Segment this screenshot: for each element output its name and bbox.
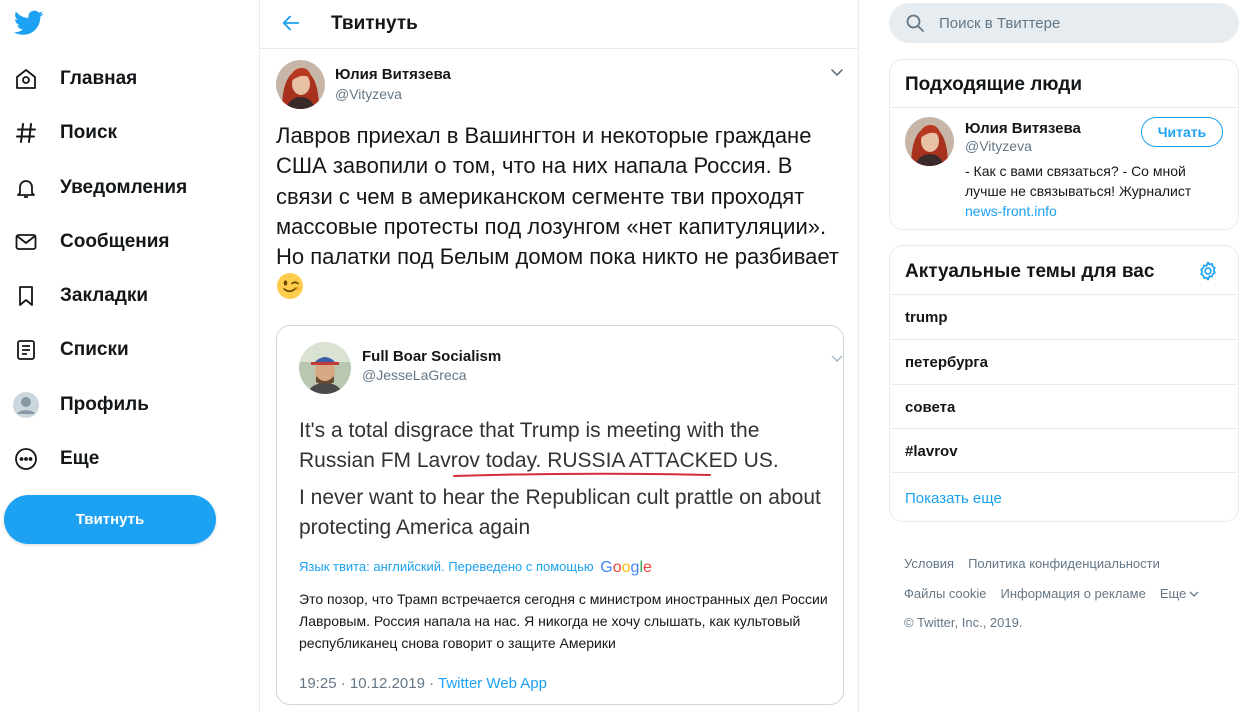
- envelope-icon: [12, 228, 40, 256]
- trend-label: trump: [905, 309, 948, 326]
- nav-item-explore[interactable]: Поиск: [12, 113, 117, 153]
- nav-item-notifications[interactable]: Уведомления: [12, 168, 187, 208]
- nav-label: Уведомления: [60, 177, 188, 198]
- suggested-user-name[interactable]: Юлия Витязева: [965, 120, 1081, 137]
- tweet-author: Юлия Витязева @Vityzeva: [276, 60, 844, 110]
- home-icon: [12, 65, 40, 93]
- footer-link-cookies[interactable]: Файлы cookie: [904, 586, 987, 601]
- author-handle[interactable]: @Vityzeva: [335, 86, 402, 102]
- footer-more-label: Еще: [1159, 586, 1187, 601]
- bookmark-icon: [12, 282, 40, 310]
- bell-icon: [12, 174, 40, 202]
- nav-item-more[interactable]: Еще: [12, 439, 99, 479]
- winking-face-icon: [277, 273, 303, 300]
- footer-link-terms[interactable]: Условия: [904, 556, 954, 571]
- gear-icon[interactable]: [1197, 260, 1219, 282]
- quoted-tweet-image[interactable]: Full Boar Socialism @JesseLaGreca It's a…: [276, 325, 844, 705]
- copyright: © Twitter, Inc., 2019.: [904, 615, 1023, 630]
- timestamp-text: 19:25 · 10.12.2019 ·: [299, 675, 438, 692]
- quoted-timestamp: 19:25 · 10.12.2019 · Twitter Web App: [299, 675, 547, 692]
- who-to-follow-title: Подходящие люди: [905, 74, 1083, 95]
- quoted-author-avatar: [299, 342, 351, 394]
- nav-item-messages[interactable]: Сообщения: [12, 222, 170, 262]
- nav-label: Профиль: [60, 394, 149, 415]
- trend-item[interactable]: петербурга: [890, 339, 1238, 384]
- back-arrow-icon[interactable]: [280, 12, 302, 34]
- bio-link[interactable]: news-front.info: [965, 203, 1057, 219]
- translation-label: Язык твита: английский. Переведено с пом…: [299, 559, 652, 577]
- search-box[interactable]: [889, 3, 1239, 43]
- google-logo: Google: [600, 559, 652, 576]
- tweet-text-body: Лавров приехал в Вашингтон и некоторые г…: [276, 123, 839, 270]
- trend-label: совета: [905, 399, 956, 416]
- twitter-logo-icon[interactable]: [14, 10, 44, 36]
- page-title: Твитнуть: [331, 13, 418, 34]
- nav-item-bookmarks[interactable]: Закладки: [12, 276, 148, 316]
- footer-link-ads-info[interactable]: Информация о рекламе: [1001, 586, 1146, 601]
- follow-button[interactable]: Читать: [1141, 117, 1223, 147]
- divider: [890, 107, 1238, 108]
- trends-title: Актуальные темы для вас: [905, 261, 1155, 282]
- chevron-down-icon: [1189, 591, 1199, 597]
- nav-label: Закладки: [60, 285, 149, 306]
- hashtag-icon: [12, 119, 40, 147]
- author-avatar[interactable]: [276, 60, 325, 109]
- suggested-user-avatar[interactable]: [905, 117, 954, 166]
- suggested-user-bio: - Как с вами связаться? - Со мной лучше …: [965, 161, 1225, 221]
- nav-label: Поиск: [60, 122, 118, 143]
- compose-tweet-button[interactable]: Твитнуть: [4, 495, 216, 544]
- who-to-follow-card: Подходящие люди Юлия Витязева @Vityzeva …: [889, 59, 1239, 230]
- show-more-link[interactable]: Показать еще: [905, 490, 1002, 507]
- nav-label: Главная: [60, 68, 138, 89]
- tweet-text: Лавров приехал в Вашингтон и некоторые г…: [276, 121, 846, 304]
- author-name[interactable]: Юлия Витязева: [335, 66, 451, 83]
- more-dots-icon: [12, 445, 40, 473]
- trend-label: петербурга: [905, 354, 989, 371]
- suggested-user-handle[interactable]: @Vityzeva: [965, 138, 1032, 154]
- quoted-text-underlined: RUSSIA ATTACKED US.: [547, 448, 779, 472]
- nav-item-lists[interactable]: Списки: [12, 330, 129, 370]
- trend-item[interactable]: #lavrov: [890, 428, 1238, 473]
- search-input[interactable]: [939, 14, 1219, 32]
- nav-item-home[interactable]: Главная: [12, 59, 137, 99]
- quoted-author-handle: @JesseLaGreca: [362, 367, 467, 383]
- chevron-down-icon[interactable]: [830, 65, 844, 79]
- page-header: Твитнуть: [260, 0, 858, 49]
- footer-row-2: Файлы cookie Информация о рекламе Еще: [904, 586, 1199, 601]
- main-column: Твитнуть Юлия Витязева @Vityzeva Лавров …: [259, 0, 859, 712]
- trend-label: #lavrov: [905, 443, 958, 460]
- footer-link-privacy[interactable]: Политика конфиденциальности: [968, 556, 1160, 571]
- left-navigation: Главная Поиск Уведомления Сообщения Закл…: [0, 0, 259, 712]
- chevron-down-icon: [831, 355, 843, 362]
- translated-text: Это позор, что Трамп встречается сегодня…: [299, 591, 828, 651]
- profile-avatar-icon: [12, 391, 40, 419]
- list-icon: [12, 336, 40, 364]
- trends-card: Актуальные темы для вас trump петербурга…: [889, 245, 1239, 522]
- translation-caption: Язык твита: английский. Переведено с пом…: [299, 559, 594, 574]
- quoted-author-name: Full Boar Socialism: [362, 348, 502, 365]
- quoted-text: It's a total disgrace that Trump is meet…: [299, 416, 829, 475]
- nav-label: Еще: [60, 448, 100, 469]
- quoted-text-second-paragraph: I never want to hear the Republican cult…: [299, 486, 821, 539]
- red-underline-annotation: [453, 472, 711, 477]
- nav-item-profile[interactable]: Профиль: [12, 385, 149, 425]
- source-app: Twitter Web App: [438, 675, 547, 692]
- divider: [890, 472, 1238, 473]
- nav-label: Списки: [60, 339, 129, 360]
- footer-link-more[interactable]: Еще: [1160, 586, 1199, 601]
- nav-label: Сообщения: [60, 231, 170, 252]
- search-icon: [906, 14, 924, 32]
- trend-item[interactable]: trump: [890, 294, 1238, 339]
- trend-item[interactable]: совета: [890, 384, 1238, 429]
- bio-text: - Как с вами связаться? - Со мной лучше …: [965, 163, 1192, 199]
- footer-row-1: Условия Политика конфиденциальности: [904, 556, 1174, 571]
